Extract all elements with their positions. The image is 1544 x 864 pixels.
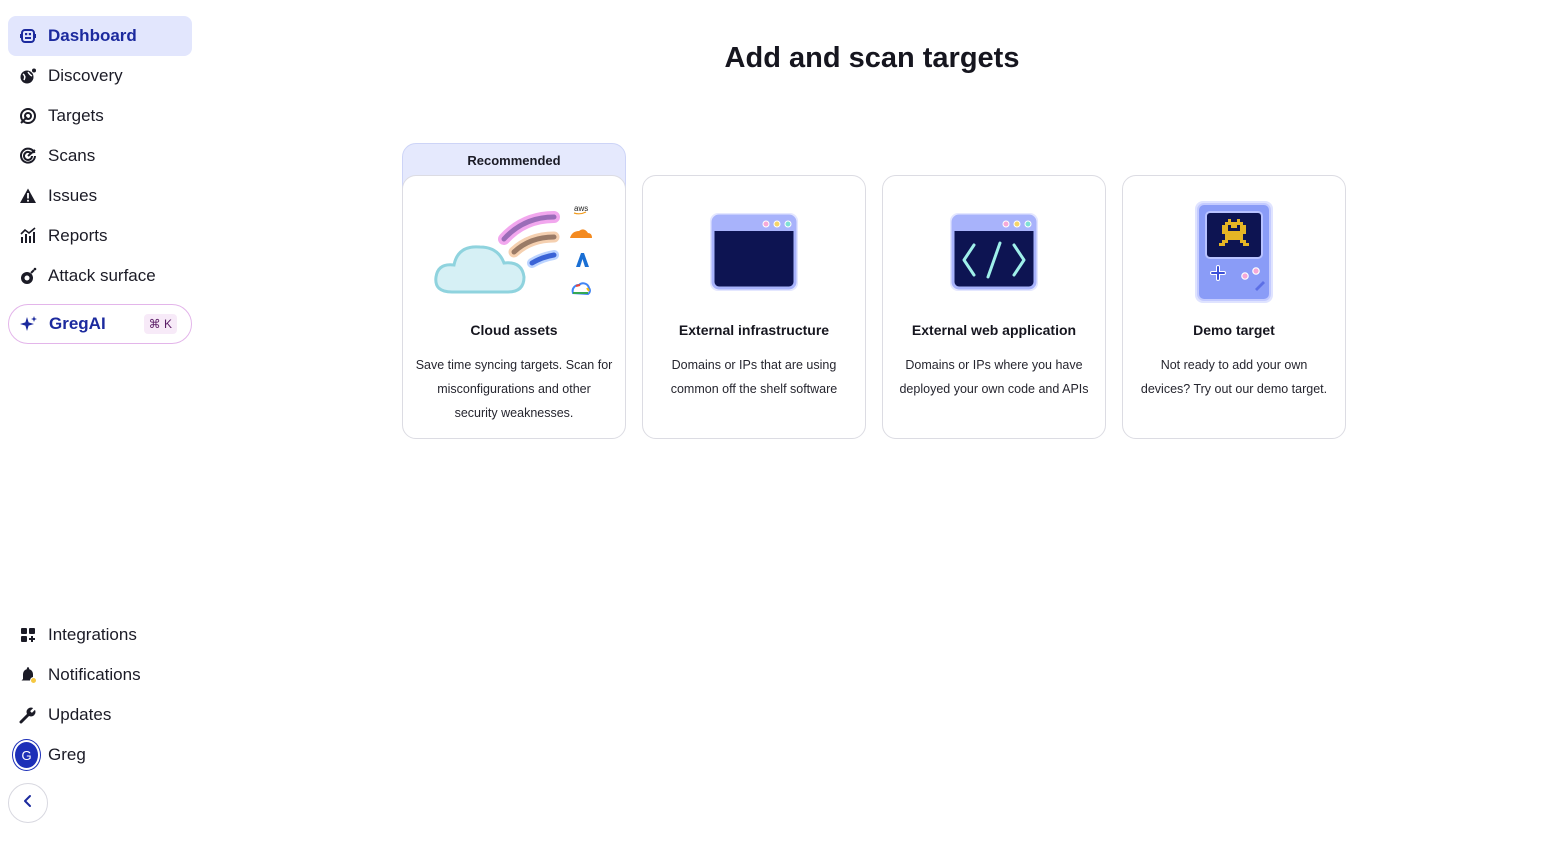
nav-label: Reports (48, 226, 108, 245)
card-description: Save time syncing targets. Scan for misc… (415, 358, 613, 420)
code-window-illustration (883, 194, 1105, 309)
nav-item-targets[interactable]: Targets (8, 96, 192, 136)
nav-label: Targets (48, 106, 104, 125)
cloud-illustration: aws (403, 194, 625, 309)
chevron-left-icon (21, 794, 35, 813)
globe-icon (18, 66, 38, 86)
nav-item-discovery[interactable]: Discovery (8, 56, 192, 96)
user-name: Greg (48, 745, 86, 764)
nav-label: Discovery (48, 66, 123, 85)
card-title: External web application (911, 322, 1077, 338)
nav-item-scans[interactable]: Scans (8, 136, 192, 176)
nav-item-integrations[interactable]: Integrations (8, 615, 192, 655)
browser-window-illustration (643, 194, 865, 309)
avatar-initial: G (15, 742, 38, 768)
nav-item-user[interactable]: G Greg (8, 735, 192, 775)
nav-label: Integrations (48, 625, 137, 644)
nav-label: Dashboard (48, 26, 137, 45)
nav-label: Issues (48, 186, 98, 205)
nav-item-reports[interactable]: Reports (8, 216, 192, 256)
chart-icon (18, 226, 38, 246)
nav-item-dashboard[interactable]: Dashboard (8, 16, 192, 56)
gregai-button[interactable]: GregAI ⌘ K (8, 304, 192, 344)
card-description: Domains or IPs that are using common off… (670, 358, 838, 396)
card-external-web-application[interactable]: External web application Domains or IPs … (882, 175, 1106, 439)
page-title: Add and scan targets (724, 42, 1020, 74)
gregai-label: GregAI (49, 314, 106, 333)
nav-item-updates[interactable]: Updates (8, 695, 192, 735)
bomb-icon (18, 266, 38, 286)
warning-icon (18, 186, 38, 206)
card-title: Cloud assets (470, 322, 558, 338)
nav-item-issues[interactable]: Issues (8, 176, 192, 216)
secondary-nav: Integrations Notifications Updates G Gre… (8, 615, 192, 775)
dashboard-icon (18, 26, 38, 46)
game-console-illustration (1123, 194, 1345, 309)
bell-icon (18, 665, 38, 685)
card-description: Not ready to add your own devices? Try o… (1140, 358, 1328, 396)
target-icon (18, 106, 38, 126)
sidebar: Dashboard Discovery Targets Scans Issues (0, 0, 200, 864)
card-title: External infrastructure (678, 322, 830, 338)
avatar: G (15, 742, 38, 768)
nav-label: Scans (48, 146, 96, 165)
primary-nav: Dashboard Discovery Targets Scans Issues (8, 16, 192, 296)
card-title: Demo target (1193, 322, 1275, 338)
card-external-infrastructure[interactable]: External infrastructure Domains or IPs t… (642, 175, 866, 439)
grid-plus-icon (18, 625, 38, 645)
sparkle-icon (19, 314, 39, 334)
card-cloud-assets[interactable]: aws Cloud assets Save time syncing targe… (402, 175, 626, 439)
nav-label: Updates (48, 705, 112, 724)
collapse-sidebar-button[interactable] (8, 783, 48, 823)
nav-label: Notifications (48, 665, 141, 684)
card-description: Domains or IPs where you have deployed y… (899, 358, 1089, 396)
nav-label: Attack surface (48, 266, 156, 285)
nav-item-notifications[interactable]: Notifications (8, 655, 192, 695)
card-demo-target[interactable]: Demo target Not ready to add your own de… (1122, 175, 1346, 439)
nav-item-attack-surface[interactable]: Attack surface (8, 256, 192, 296)
aws-logo-text: aws (574, 204, 588, 213)
wrench-icon (18, 705, 38, 725)
shortcut-badge: ⌘ K (143, 314, 177, 334)
radar-icon (18, 146, 38, 166)
